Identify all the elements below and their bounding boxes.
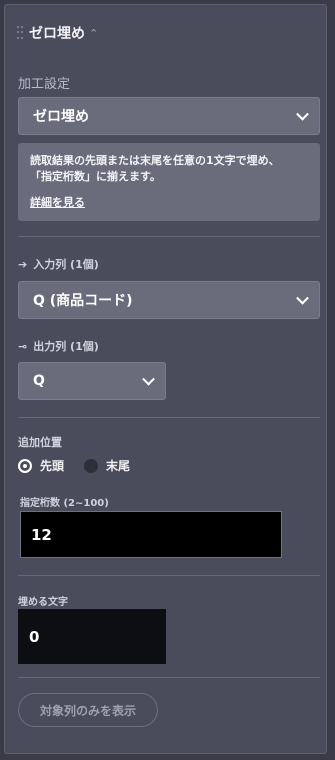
panel-title: ゼロ埋め: [29, 26, 85, 42]
output-column-select[interactable]: Q: [18, 362, 166, 400]
processing-select[interactable]: ゼロ埋め: [18, 97, 320, 135]
fill-char-label: 埋める文字: [18, 597, 68, 608]
radio-start-label[interactable]: 先頭: [40, 457, 64, 474]
description-box: 読取結果の先頭または末尾を任意の1文字で埋め、 「指定桁数」に揃えます。 詳細を…: [18, 143, 320, 221]
divider: [18, 677, 320, 678]
drag-handle-icon[interactable]: [17, 26, 23, 40]
processing-label: 加工設定: [18, 77, 71, 92]
input-arrow-icon: ➔: [18, 258, 28, 271]
output-column-label: 出力列 (1個): [33, 340, 99, 353]
show-target-columns-label: 対象列のみを表示: [39, 703, 136, 718]
radio-start[interactable]: [18, 458, 32, 473]
chevron-down-icon: [142, 372, 155, 386]
position-radio-group: 先頭 末尾: [18, 457, 130, 474]
fill-char-value: 0: [29, 627, 40, 646]
output-key-icon: ⊸: [18, 340, 28, 353]
details-link[interactable]: 詳細を見る: [30, 195, 85, 211]
input-column-label: 入力列 (1個): [33, 258, 99, 271]
output-column-value: Q: [33, 373, 45, 389]
description-line-2: 「指定桁数」に揃えます。: [30, 170, 161, 183]
show-target-columns-button[interactable]: 対象列のみを表示: [18, 693, 158, 727]
processing-select-value: ゼロ埋め: [33, 109, 89, 125]
input-column-select[interactable]: Q (商品コード): [18, 281, 320, 319]
description-line-1: 読取結果の先頭または末尾を任意の1文字で埋め、: [30, 154, 280, 167]
zero-fill-panel: ゼロ埋め ⌃ 加工設定 ゼロ埋め 読取結果の先頭または末尾を任意の1文字で埋め、…: [4, 4, 327, 754]
radio-end[interactable]: [84, 458, 99, 473]
divider: [18, 236, 320, 237]
input-column-value: Q (商品コード): [33, 293, 133, 309]
digits-input[interactable]: 12: [20, 511, 282, 558]
output-column-label-row: ⊸ 出力列 (1個): [18, 338, 99, 354]
divider: [18, 417, 320, 418]
chevron-up-icon[interactable]: ⌃: [89, 27, 98, 40]
radio-end-label[interactable]: 末尾: [106, 457, 130, 474]
chevron-down-icon: [296, 107, 309, 121]
fill-char-input[interactable]: 0: [18, 609, 166, 664]
panel-header[interactable]: ゼロ埋め ⌃: [17, 23, 98, 43]
position-label: 追加位置: [18, 436, 62, 449]
divider: [18, 575, 320, 576]
chevron-down-icon: [296, 291, 309, 305]
digits-value: 12: [31, 525, 52, 544]
digits-label: 指定桁数 (2~100): [20, 498, 109, 509]
input-column-label-row: ➔ 入力列 (1個): [18, 256, 99, 272]
